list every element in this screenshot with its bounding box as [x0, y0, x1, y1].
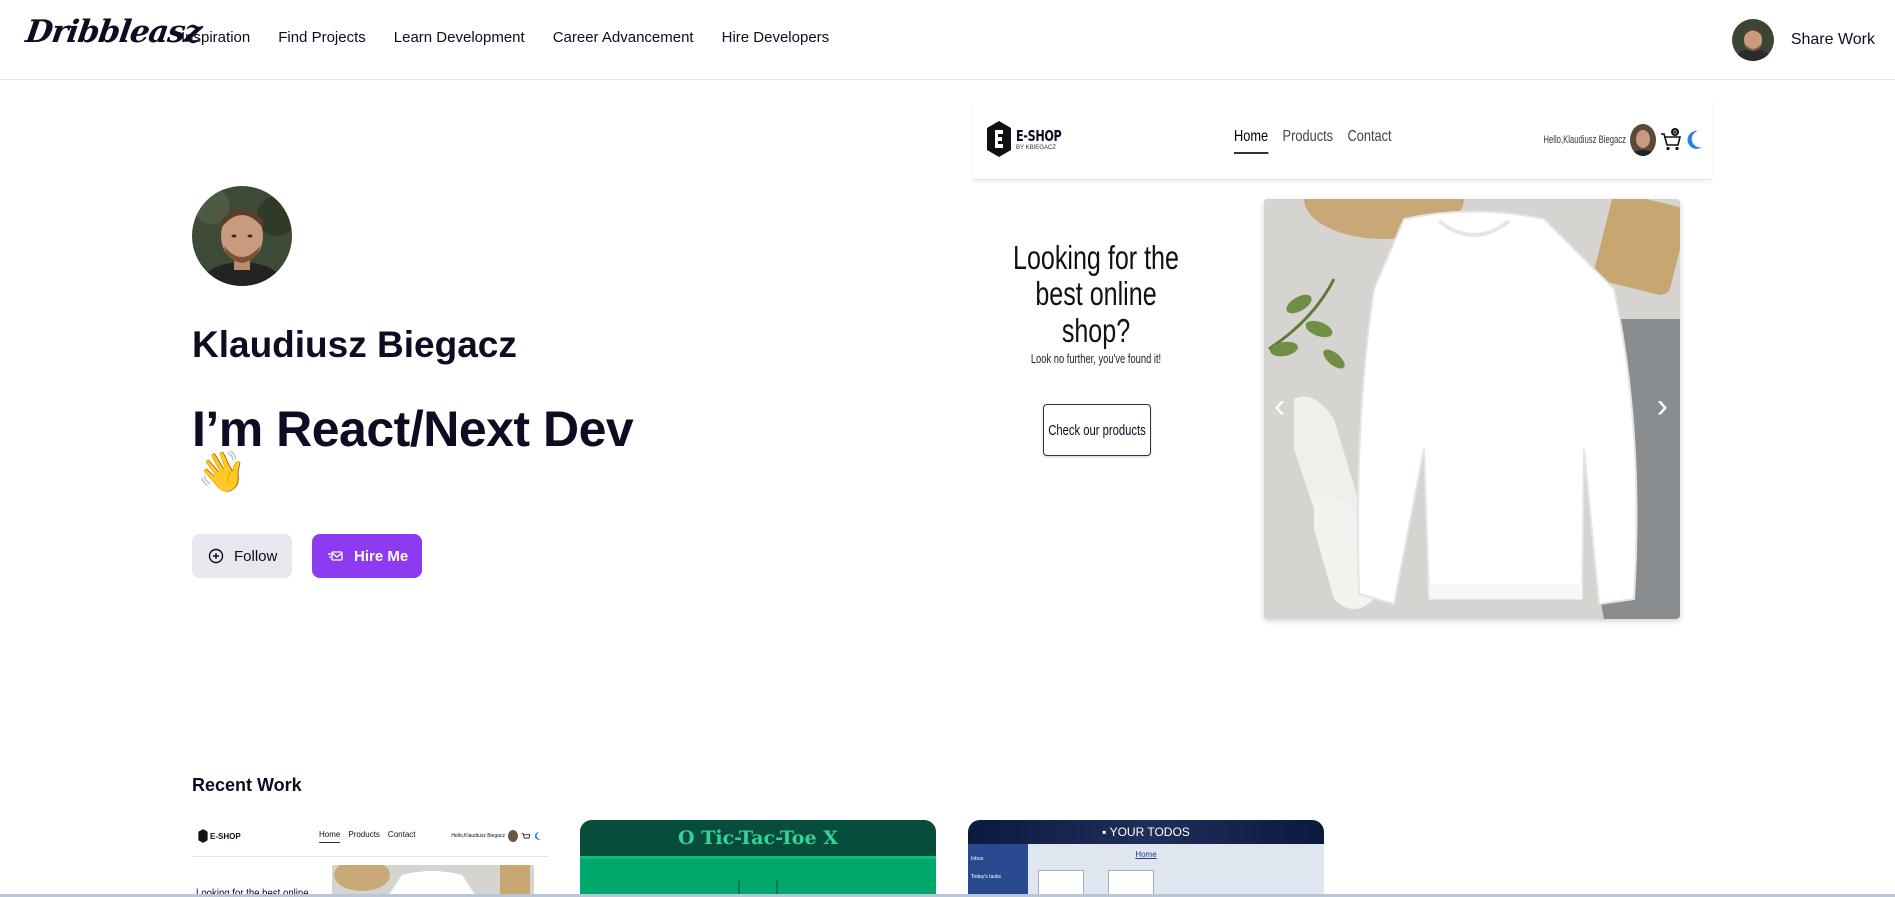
brand-logo[interactable]: Dribbleasz	[23, 14, 203, 50]
card1-avatar	[508, 830, 518, 842]
user-avatar[interactable]	[1731, 19, 1774, 61]
card1-divider	[192, 856, 548, 857]
eshop-logo-icon	[198, 829, 208, 843]
card1-logo: E-SHOP	[198, 828, 241, 844]
shot-user-area: Hello,Klaudiusz Biegacz 0	[1508, 124, 1704, 156]
profile-avatar	[192, 186, 292, 286]
hire-me-label: Hire Me	[354, 547, 409, 565]
moon-icon	[1687, 130, 1702, 149]
shot-nav-home: Home	[1234, 128, 1269, 154]
shot-cta-button: Check our products	[1043, 404, 1151, 456]
shot-logo: E-SHOP BY KBIEGACZ	[986, 120, 1077, 158]
nav-link-learn-development[interactable]: Learn Development	[394, 29, 525, 46]
shot-nav-contact: Contact	[1347, 128, 1392, 145]
recent-work-card-eshop[interactable]: E-SHOP Home Products Contact Hello,Klaud…	[192, 820, 548, 897]
nav-link-hire-developers[interactable]: Hire Developers	[722, 29, 830, 46]
card1-thumbnail	[332, 865, 534, 897]
share-work-link[interactable]: Share Work	[1791, 31, 1875, 49]
card1-nav: Home Products Contact	[319, 830, 416, 843]
cart-icon	[521, 833, 531, 839]
shot-greeting: Hello,Klaudiusz Biegacz	[1543, 134, 1626, 146]
shot-subheadline: Look no further, you've found it!	[1030, 351, 1162, 366]
card3-title: ▪ YOUR TODOS	[968, 825, 1324, 839]
shot-nav-products: Products	[1282, 128, 1334, 145]
waving-hand-icon: 👋	[197, 450, 247, 494]
cart-count: 0	[1673, 130, 1677, 137]
profile-headline: I’m React/Next Dev	[192, 401, 634, 457]
recent-work-card-todos[interactable]: ▪ YOUR TODOS Inbox Today's tasks Home	[968, 820, 1324, 897]
plus-circle-icon	[208, 548, 224, 564]
card2-title: O Tic-Tac-Toe X	[580, 827, 936, 849]
card3-sidebar-item-today: Today's tasks	[971, 874, 1001, 880]
carousel-next-arrow[interactable]: ›	[1657, 387, 1668, 426]
eshop-logo-icon	[987, 121, 1011, 157]
card3-todo-card-1	[1038, 870, 1084, 897]
cart-icon: 0	[1661, 128, 1682, 151]
card3-nav-home: Home	[1135, 850, 1157, 859]
shot-avatar	[1630, 124, 1656, 156]
featured-shot[interactable]: E-SHOP BY KBIEGACZ Home Products Contact…	[972, 100, 1712, 640]
card1-logo-text: E-SHOP	[210, 831, 241, 841]
shot-nav: Home Products Contact	[1234, 128, 1392, 154]
follow-label: Follow	[234, 547, 278, 565]
follow-button[interactable]: Follow	[192, 534, 292, 578]
card1-nav-home: Home	[319, 830, 341, 843]
shot-logo-text: E-SHOP	[1016, 127, 1062, 145]
card3-title-text: YOUR TODOS	[1109, 825, 1190, 839]
card2-title-text: Tic-Tac-Toe	[701, 827, 817, 849]
card2-x: X	[823, 827, 838, 849]
profile-name: Klaudiusz Biegacz	[192, 324, 517, 365]
nav-link-inspiration[interactable]: Inspiration	[181, 29, 250, 46]
shot-cta-label: Check our products	[1048, 421, 1146, 439]
shot-headline: Looking for the best online shop?	[1013, 239, 1179, 349]
moon-icon	[534, 832, 541, 840]
recent-work-card-tictactoe[interactable]: O Tic-Tac-Toe X	[580, 820, 936, 897]
product-carousel: ‹ ›	[1264, 199, 1680, 619]
card2-o: O	[678, 827, 695, 849]
card1-user: Hello,Klaudiusz Biegacz	[451, 830, 542, 842]
carousel-prev-arrow[interactable]: ‹	[1274, 387, 1285, 426]
envelope-icon	[328, 551, 343, 561]
sweatshirt-product-image	[1264, 199, 1680, 619]
recent-work-title: Recent Work	[192, 775, 302, 795]
main-nav: Inspiration Find Projects Learn Developm…	[181, 29, 829, 46]
card3-todo-card-2	[1108, 870, 1154, 897]
nav-link-find-projects[interactable]: Find Projects	[278, 29, 366, 46]
shot-logo-sub: BY KBIEGACZ	[1016, 145, 1056, 151]
nav-user-area: Share Work	[1731, 19, 1875, 61]
hire-me-button[interactable]: Hire Me	[312, 534, 422, 578]
top-navbar: Dribbleasz Inspiration Find Projects Lea…	[0, 0, 1895, 80]
shot-header: E-SHOP BY KBIEGACZ Home Products Contact…	[972, 100, 1712, 180]
card2-divider	[580, 856, 936, 859]
nav-link-career-advancement[interactable]: Career Advancement	[553, 29, 694, 46]
card1-nav-contact: Contact	[387, 830, 416, 839]
card1-nav-products: Products	[348, 830, 380, 839]
card1-greeting: Hello,Klaudiusz Biegacz	[451, 833, 505, 839]
trash-icon: ▪	[1102, 825, 1107, 839]
